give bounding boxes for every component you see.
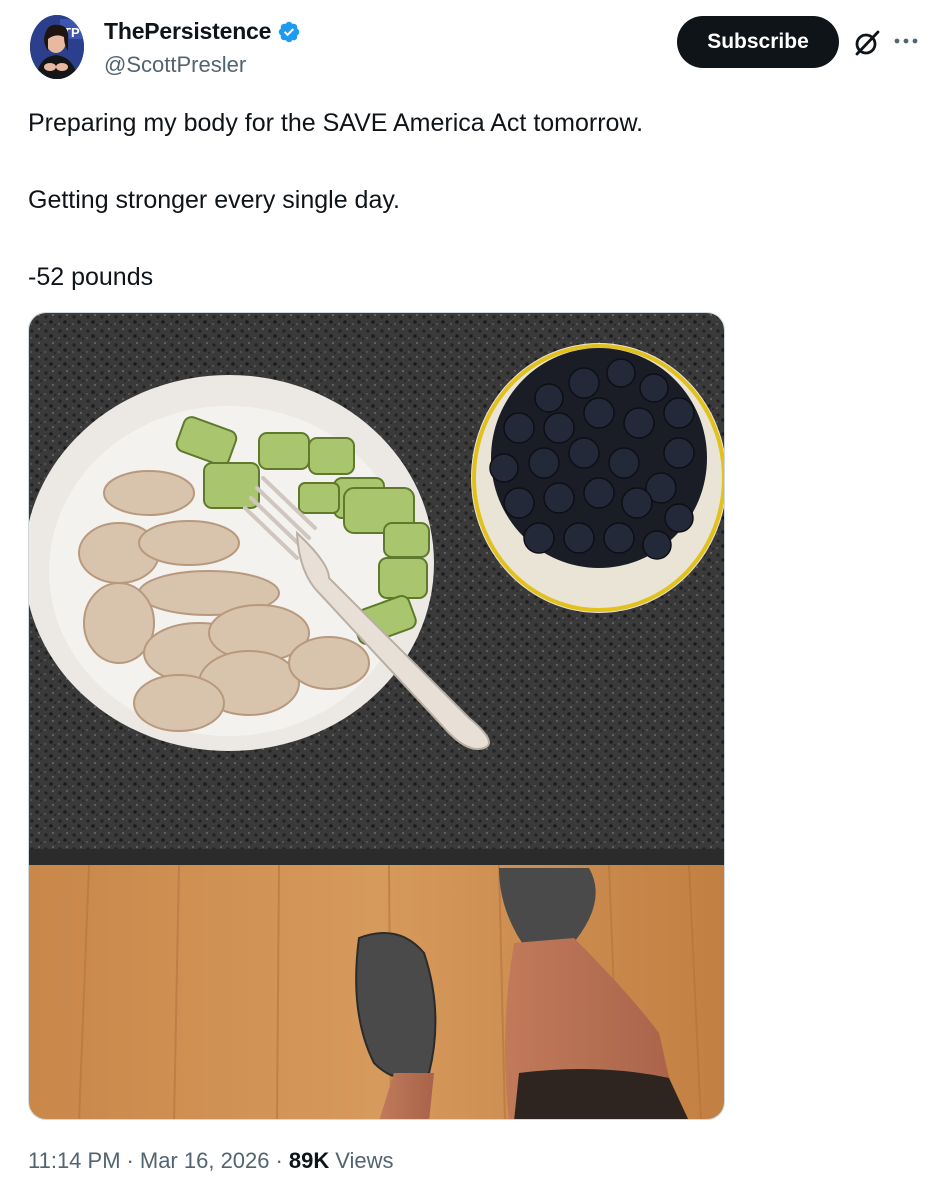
views-label: Views — [335, 1148, 394, 1173]
tweet-text: Preparing my body for the SAVE America A… — [28, 104, 908, 335]
tweet-paragraph: Getting stronger every single day. — [28, 186, 400, 214]
tweet-paragraph: Preparing my body for the SAVE America A… — [28, 109, 644, 137]
tweet-meta: 11:14 PM · Mar 16, 2026 · 89K Views — [28, 1148, 394, 1174]
author-name-row[interactable]: ThePersistence — [104, 18, 301, 45]
author-display-name[interactable]: ThePersistence — [104, 18, 271, 45]
meta-separator: · — [126, 1148, 134, 1173]
meta-separator: · — [275, 1148, 283, 1173]
author-handle[interactable]: @ScottPresler — [104, 52, 246, 78]
tweet-photo[interactable] — [28, 312, 725, 1120]
subscribe-button[interactable]: Subscribe — [677, 16, 839, 68]
avatar[interactable]: TP — [30, 15, 84, 79]
verified-badge-icon — [278, 21, 300, 42]
tweet-paragraph: -52 pounds — [28, 263, 154, 291]
circle-slash-icon[interactable] — [852, 28, 882, 58]
views-count: 89K — [288, 1148, 330, 1173]
tweet-date[interactable]: Mar 16, 2026 — [140, 1148, 270, 1174]
tweet-time[interactable]: 11:14 PM — [28, 1148, 121, 1174]
ellipsis-icon[interactable] — [893, 33, 919, 49]
